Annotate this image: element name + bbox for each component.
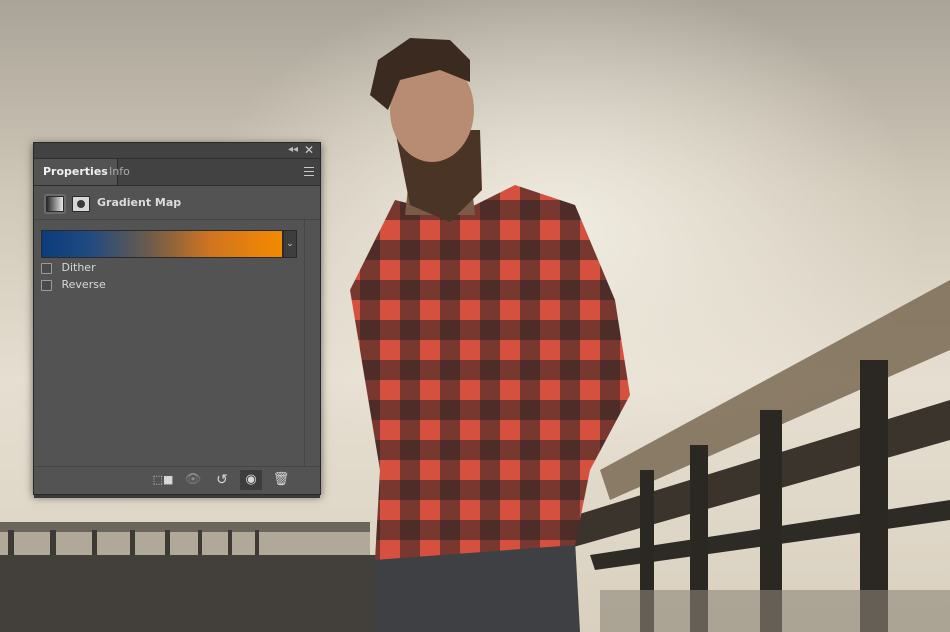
gradient-map-adjustment-icon[interactable] [46, 196, 64, 212]
gradient-dropdown-chevron-icon[interactable]: ⌄ [283, 230, 297, 258]
dither-label: Dither [61, 261, 96, 274]
panel-titlebar: ◂◂ ✕ [34, 143, 320, 159]
panel-footer: ⬚■ 👁 ↺ ◉ 🗑 [34, 466, 320, 494]
adjustment-header: Gradient Map [34, 186, 320, 220]
panel-tabbar: Properties Info [34, 159, 320, 186]
panel-content: ⌄ Dither Reverse [34, 220, 320, 466]
reverse-option[interactable]: Reverse [41, 278, 106, 292]
clip-to-layer-icon[interactable]: ⬚■ [152, 470, 174, 490]
view-previous-state-icon[interactable]: 👁 [182, 470, 204, 490]
reverse-label: Reverse [61, 278, 106, 291]
collapse-panel-icon[interactable]: ◂◂ [288, 144, 298, 155]
trash-icon[interactable]: 🗑 [270, 470, 292, 490]
visibility-eye-icon[interactable]: ◉ [240, 470, 262, 490]
panel-menu-icon[interactable] [304, 167, 314, 176]
reverse-checkbox[interactable] [41, 279, 52, 291]
dither-checkbox[interactable] [41, 262, 52, 274]
panel-scrollbar[interactable] [304, 220, 305, 466]
close-icon[interactable]: ✕ [304, 143, 314, 157]
tab-info[interactable]: Info [100, 159, 139, 185]
panel-bottom-edge [34, 495, 320, 498]
gradient-preview[interactable] [41, 230, 283, 258]
layer-mask-icon[interactable] [72, 196, 90, 212]
dither-option[interactable]: Dither [41, 261, 96, 275]
reset-icon[interactable]: ↺ [211, 470, 233, 490]
properties-panel: ◂◂ ✕ Properties Info Gradient Map ⌄ Dith… [33, 142, 321, 498]
adjustment-title: Gradient Map [97, 196, 182, 209]
